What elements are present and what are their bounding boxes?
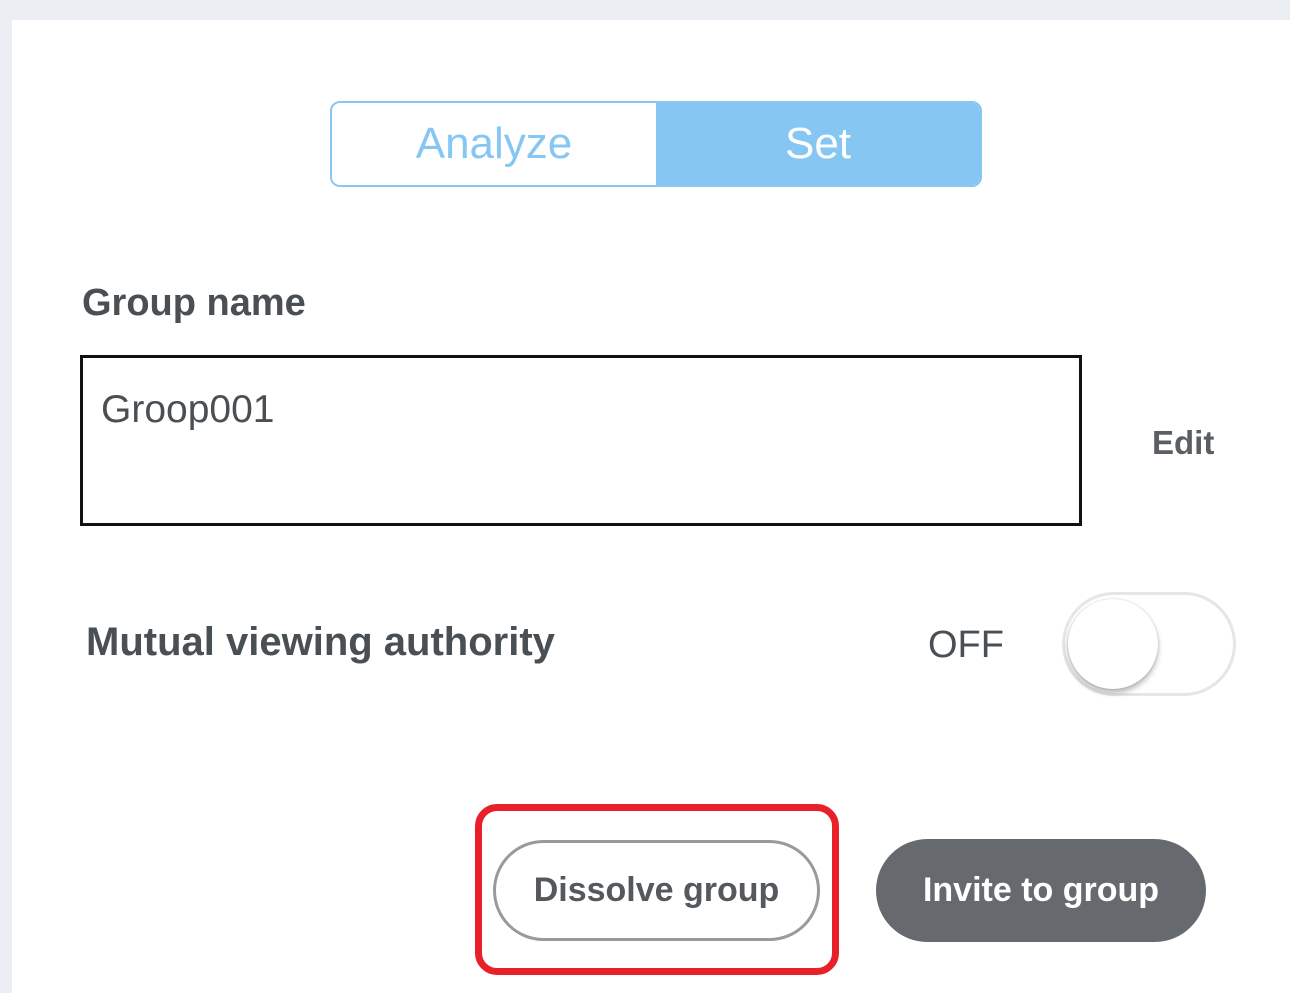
mutual-viewing-toggle[interactable] [1062, 592, 1236, 696]
toggle-knob [1068, 599, 1158, 689]
tab-analyze[interactable]: Analyze [332, 103, 656, 185]
group-name-value: Groop001 [101, 388, 275, 431]
group-name-field[interactable]: Groop001 [80, 355, 1082, 526]
edit-group-name-button[interactable]: Edit [1152, 424, 1214, 462]
toggle-state-label: OFF [928, 624, 1004, 666]
tab-set[interactable]: Set [656, 103, 980, 185]
dissolve-group-button[interactable]: Dissolve group [493, 840, 820, 941]
group-name-label: Group name [82, 282, 306, 324]
mode-segmented-control: Analyze Set [330, 101, 982, 187]
invite-to-group-button[interactable]: Invite to group [876, 839, 1206, 942]
mutual-viewing-label: Mutual viewing authority [86, 620, 555, 664]
